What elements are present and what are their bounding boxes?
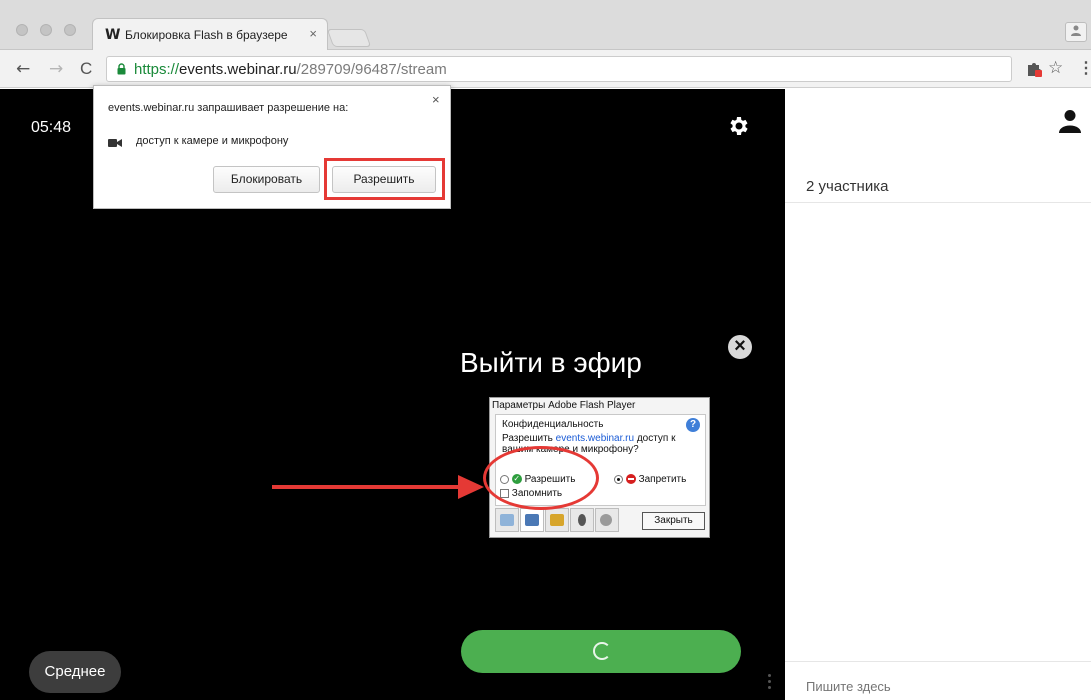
url-path: /289709/96487/stream xyxy=(296,61,447,78)
camera-icon xyxy=(108,139,122,147)
permission-title: events.webinar.ru запрашивает разрешение… xyxy=(108,102,349,114)
webinar-favicon-icon: W xyxy=(105,27,121,43)
bookmark-star-icon[interactable]: ☆ xyxy=(1048,58,1063,78)
reload-button[interactable]: C xyxy=(80,59,92,79)
settings-gear-icon[interactable] xyxy=(726,114,750,138)
deny-option-label: Запретить xyxy=(638,474,687,485)
user-icon[interactable] xyxy=(1059,109,1081,133)
tab-active[interactable]: W Блокировка Flash в браузере × xyxy=(92,18,328,50)
chat-sidebar: 2 участника xyxy=(785,89,1091,700)
extension-icon[interactable] xyxy=(1025,60,1043,78)
question-domain-link[interactable]: events.webinar.ru xyxy=(556,433,634,444)
deny-radio[interactable] xyxy=(614,474,623,484)
close-golive-icon[interactable]: × xyxy=(728,335,752,359)
go-live-button[interactable] xyxy=(461,630,741,673)
divider xyxy=(785,202,1091,203)
flash-tab-storage-icon[interactable] xyxy=(545,508,569,532)
broadcast-timer: 05:48 xyxy=(31,119,72,136)
quality-selector[interactable]: Среднее xyxy=(29,651,121,693)
browser-window: W Блокировка Flash в браузере × ← → C ht… xyxy=(0,0,1091,700)
url-host: events.webinar.ru xyxy=(179,61,297,78)
forward-button[interactable]: → xyxy=(49,59,63,79)
permission-item: доступ к камере и микрофону xyxy=(136,135,289,147)
address-bar[interactable]: https://events.webinar.ru/289709/96487/s… xyxy=(106,56,1012,82)
block-button[interactable]: Блокировать xyxy=(213,166,320,193)
new-tab-button[interactable] xyxy=(326,29,372,47)
question-prefix: Разрешить xyxy=(502,433,556,444)
divider xyxy=(785,661,1091,662)
flash-tab-microphone-icon[interactable] xyxy=(570,508,594,532)
annotation-arrow-head xyxy=(458,475,484,499)
participants-count[interactable]: 2 участника xyxy=(806,178,888,195)
no-entry-icon xyxy=(625,474,636,485)
annotation-highlight-ellipse xyxy=(483,446,599,510)
tab-title: Блокировка Flash в браузере xyxy=(125,28,288,42)
maximize-window-button[interactable] xyxy=(64,24,76,36)
close-window-button[interactable] xyxy=(16,24,28,36)
url-text: https://events.webinar.ru/289709/96487/s… xyxy=(134,61,447,78)
flash-tab-camera-icon[interactable] xyxy=(595,508,619,532)
annotation-arrow-shaft xyxy=(272,485,462,489)
flash-dialog-title: Параметры Adobe Flash Player xyxy=(492,400,636,411)
back-button[interactable]: ← xyxy=(16,59,30,79)
tab-strip: W Блокировка Flash в браузере × xyxy=(0,0,1091,50)
lock-icon xyxy=(117,63,126,75)
flash-tab-privacy-icon[interactable] xyxy=(520,508,544,532)
deny-option[interactable]: Запретить xyxy=(614,474,686,485)
minimize-window-button[interactable] xyxy=(40,24,52,36)
browser-menu-icon[interactable]: ⋮ xyxy=(1078,58,1091,78)
flash-close-button[interactable]: Закрыть xyxy=(642,512,705,530)
permission-popup: events.webinar.ru запрашивает разрешение… xyxy=(93,85,451,209)
resize-handle[interactable] xyxy=(768,674,772,698)
permission-close-icon[interactable]: × xyxy=(432,92,440,107)
browser-toolbar: ← → C https://events.webinar.ru/289709/9… xyxy=(0,50,1091,88)
chat-input[interactable] xyxy=(806,679,1066,694)
tab-close-icon[interactable]: × xyxy=(309,26,317,41)
profile-icon[interactable] xyxy=(1065,22,1087,42)
loading-spinner-icon xyxy=(593,642,611,660)
help-icon[interactable]: ? xyxy=(686,418,700,432)
flash-section-title: Конфиденциальность xyxy=(502,419,604,430)
annotation-highlight-box xyxy=(324,158,445,200)
url-scheme: https:// xyxy=(134,61,180,78)
flash-tab-display-icon[interactable] xyxy=(495,508,519,532)
go-live-title: Выйти в эфир xyxy=(460,347,642,378)
